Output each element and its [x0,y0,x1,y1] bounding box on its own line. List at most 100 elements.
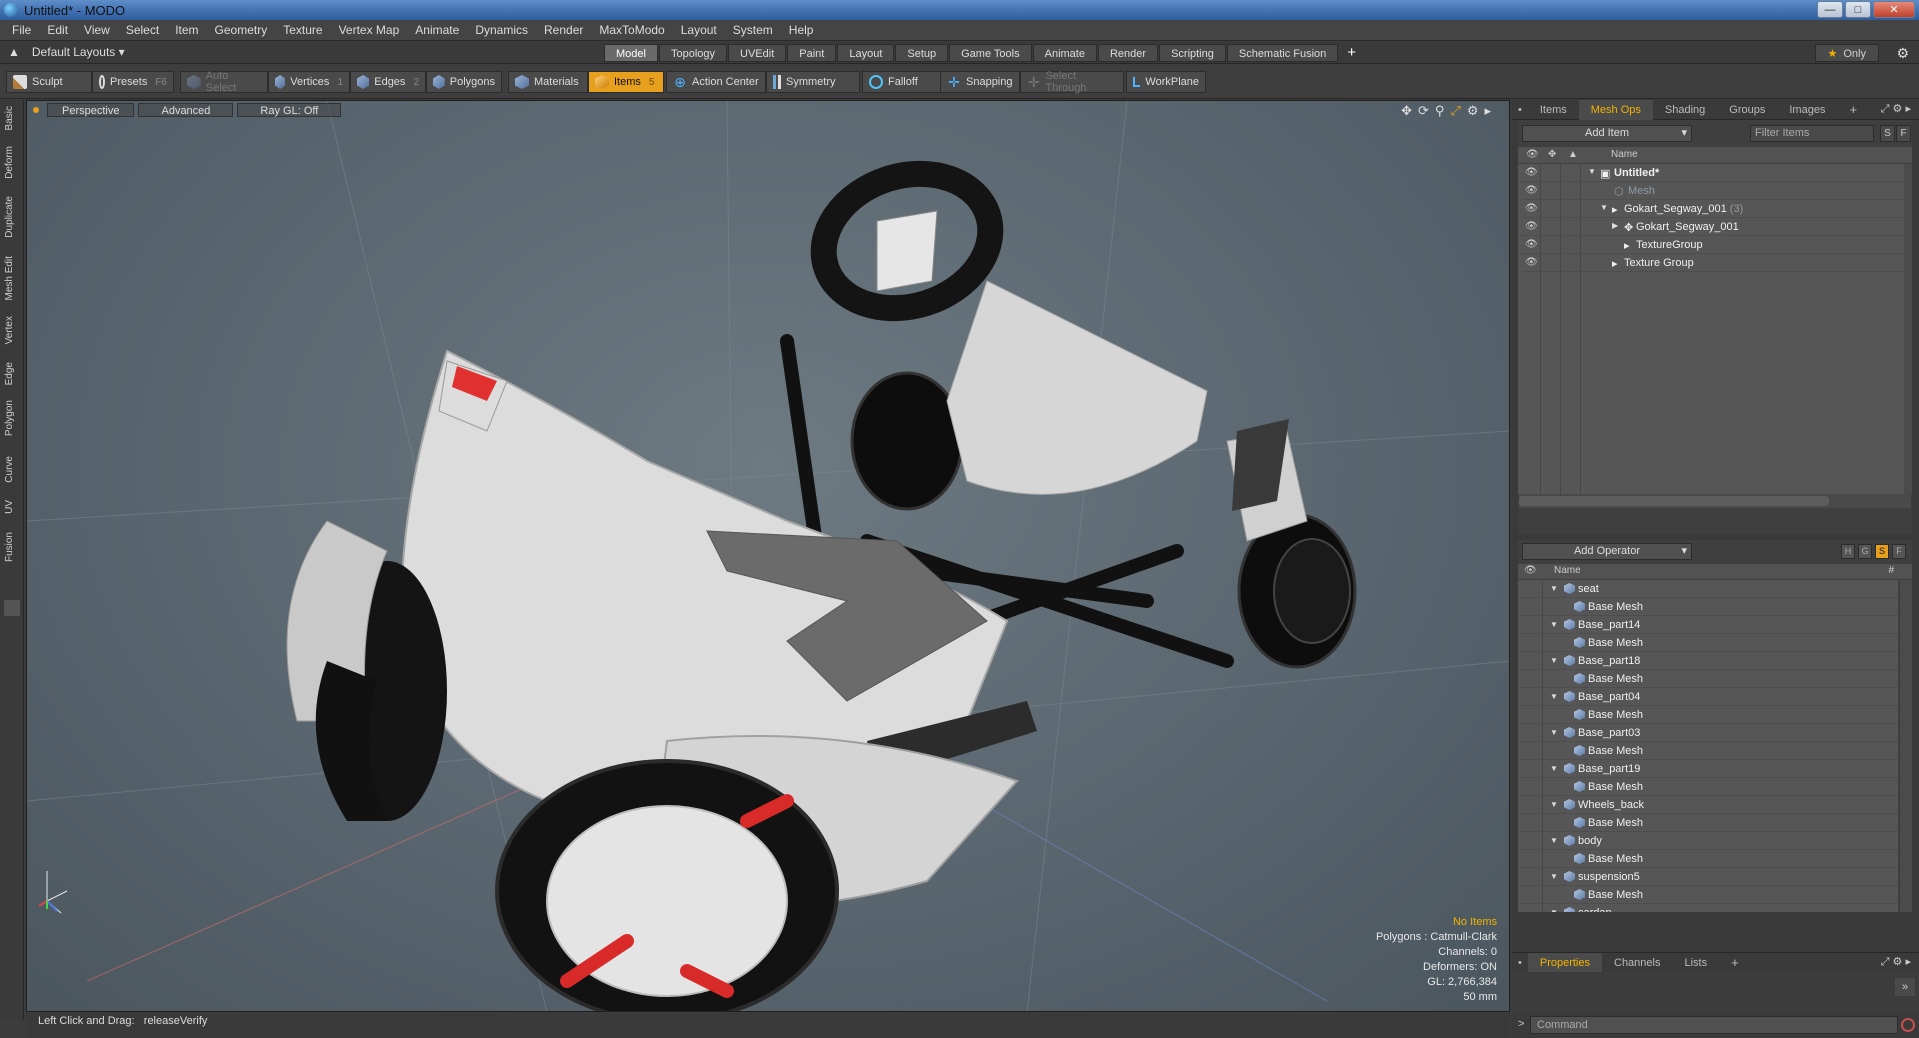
expand-triangle-icon[interactable]: ▼ [1550,692,1558,701]
only-toggle[interactable]: ★ Only [1814,44,1879,62]
tree-row-mesh[interactable]: 👁 ⬡ Mesh [1518,182,1912,200]
menu-geometry[interactable]: Geometry [207,23,276,37]
collapse-arrow-icon[interactable]: ▲ [8,45,20,59]
tab-shading[interactable]: Shading [1653,100,1717,120]
edges-button[interactable]: Edges 2 [350,71,426,93]
menu-animate[interactable]: Animate [407,23,467,37]
op-row[interactable]: ▼ suspension5 [1518,868,1898,886]
add-item-button[interactable]: Add Item ▾ [1522,125,1692,142]
expand-triangle-icon[interactable]: ▼ [1550,656,1558,665]
expand-triangle-icon[interactable]: ▼ [1550,800,1558,809]
pan-icon[interactable]: ✥ [1401,103,1412,119]
mesh-ops-scrollbar[interactable] [1900,580,1912,912]
op-row[interactable]: Base Mesh [1518,634,1898,652]
ops-hash-column[interactable]: # [1888,565,1894,576]
expand-triangle-icon[interactable]: ▼ [1550,908,1558,912]
tree-row-texture-group[interactable]: 👁 ▸ Texture Group [1518,254,1912,272]
materials-button[interactable]: Materials [508,71,588,93]
menu-render[interactable]: Render [536,23,591,37]
items-horizontal-scrollbar[interactable] [1519,494,1911,508]
op-row[interactable]: ▼ seat [1518,580,1898,598]
items-button[interactable]: Items 5 [588,71,664,93]
vertices-button[interactable]: Vertices 1 [268,71,350,93]
maximize-button[interactable]: □ [1845,1,1871,18]
tab-render[interactable]: Render [1097,44,1159,62]
op-f-button[interactable]: F [1892,544,1906,559]
snapping-button[interactable]: ✛ Snapping [940,71,1020,93]
auto-select-button[interactable]: Auto Select [180,70,268,94]
tab-scripting[interactable]: Scripting [1159,44,1226,62]
op-row[interactable]: Base Mesh [1518,886,1898,904]
panel-controls[interactable]: ⤢ ⚙ ▸ [1881,102,1911,116]
raygl-button[interactable]: Ray GL: Off [237,103,342,117]
left-tab-mesh-edit[interactable]: Mesh Edit [4,256,15,300]
menu-item[interactable]: Item [167,23,206,37]
expand-triangle-icon[interactable]: ▼ [1600,203,1608,212]
expand-triangle-icon[interactable]: ▼ [1550,836,1558,845]
op-row[interactable]: ▼ Base_part04 [1518,688,1898,706]
menu-dynamics[interactable]: Dynamics [467,23,536,37]
3d-viewport[interactable]: Perspective Advanced Ray GL: Off ✥ ⟳ ⚲ ⤢… [26,100,1510,1012]
left-tab-deform[interactable]: Deform [4,146,15,179]
expand-arrow-icon[interactable]: » [1895,978,1915,996]
op-row[interactable]: Base Mesh [1518,742,1898,760]
expand-triangle-icon[interactable]: ▼ [1588,167,1596,176]
tab-animate[interactable]: Animate [1032,44,1097,62]
tree-row-untitled[interactable]: 👁 ▼ ▣ Untitled* [1518,164,1912,182]
tab-lists[interactable]: Lists [1672,953,1719,973]
menu-vertex-map[interactable]: Vertex Map [331,23,408,37]
gear-icon[interactable]: ⚙ [1896,45,1909,62]
op-row[interactable]: ▼ Base_part18 [1518,652,1898,670]
tab-schematic-fusion[interactable]: Schematic Fusion [1226,44,1339,62]
op-g-button[interactable]: G [1858,544,1872,559]
record-icon[interactable] [1901,1018,1915,1032]
left-tab-uv[interactable]: UV [4,500,15,514]
polygons-button[interactable]: Polygons [426,71,502,93]
layout-selector[interactable]: ▲ Default Layouts ▾ [8,45,125,59]
eye-icon[interactable]: 👁 [1525,203,1538,214]
items-name-column[interactable]: Name [1611,149,1638,160]
menu-maxtomodo[interactable]: MaxToModo [591,23,672,37]
menu-system[interactable]: System [725,23,781,37]
menu-file[interactable]: File [4,23,39,37]
rotate-icon[interactable]: ⟳ [1418,103,1429,119]
filter-items-input[interactable]: Filter Items [1750,125,1874,142]
tab-layout[interactable]: Layout [837,44,895,62]
filter-s-button[interactable]: S [1880,125,1895,142]
shading-mode-button[interactable]: Advanced [138,103,234,117]
tab-groups[interactable]: Groups [1717,100,1777,120]
presets-button[interactable]: Presets F6 [92,71,174,93]
zoom-icon[interactable]: ⚲ [1435,103,1445,119]
tab-game-tools[interactable]: Game Tools [949,44,1032,62]
left-tab-fusion[interactable]: Fusion [4,532,15,562]
tab-model[interactable]: Model [604,44,658,62]
left-tab-curve[interactable]: Curve [4,456,15,483]
op-row[interactable]: Base Mesh [1518,670,1898,688]
left-tab-duplicate[interactable]: Duplicate [4,196,15,238]
menu-edit[interactable]: Edit [39,23,76,37]
items-vertical-scrollbar[interactable] [1904,164,1912,494]
fit-view-icon[interactable]: ⤢ [1450,103,1460,119]
view-mode-button[interactable]: Perspective [47,103,135,117]
symmetry-button[interactable]: Symmetry [766,71,860,93]
sculpt-button[interactable]: Sculpt [6,71,92,93]
strip-toggle-button[interactable] [4,600,20,616]
expand-triangle-icon[interactable]: ▼ [1550,728,1558,737]
left-tab-edge[interactable]: Edge [4,362,15,385]
eye-icon[interactable]: 👁 [1525,185,1538,196]
properties-controls[interactable]: ⤢ ⚙ ▸ [1881,955,1911,969]
close-button[interactable]: ✕ [1873,1,1915,18]
left-tab-basic[interactable]: Basic [4,106,15,130]
op-row[interactable]: ▼ Base_part03 [1518,724,1898,742]
menu-view[interactable]: View [76,23,118,37]
action-center-button[interactable]: ⊕ Action Center [666,71,766,93]
expand-triangle-icon[interactable]: ▼ [1550,872,1558,881]
add-operator-button[interactable]: Add Operator ▾ [1522,543,1692,560]
op-h-button[interactable]: H [1841,544,1855,559]
left-tab-polygon[interactable]: Polygon [4,400,15,436]
collapse-triangle-icon[interactable]: ▶ [1612,221,1618,230]
tab-paint[interactable]: Paint [787,44,837,62]
op-row[interactable]: Base Mesh [1518,598,1898,616]
tab-topology[interactable]: Topology [658,44,728,62]
op-row[interactable]: ▼ Base_part14 [1518,616,1898,634]
